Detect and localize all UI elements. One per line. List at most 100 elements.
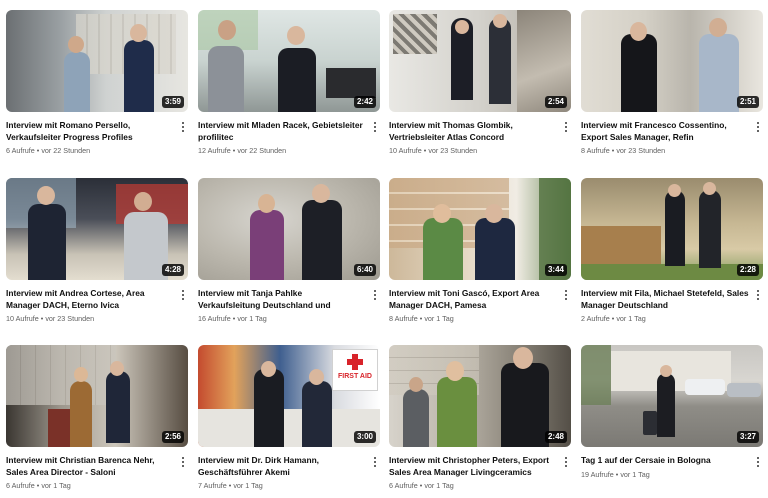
more-vert-icon[interactable]: [370, 455, 380, 469]
video-card[interactable]: 2:42 Interview mit Mladen Racek, Gebiets…: [198, 10, 380, 156]
video-thumbnail[interactable]: 6:40: [198, 178, 380, 280]
video-title[interactable]: Interview mit Mladen Racek, Gebietsleite…: [198, 120, 366, 143]
video-title[interactable]: Interview mit Francesco Cossentino, Expo…: [581, 120, 749, 143]
video-card[interactable]: 2:56 Interview mit Christian Barenca Neh…: [6, 345, 188, 491]
view-count: 8 Aufrufe: [581, 146, 610, 155]
meta-separator: •: [611, 314, 615, 323]
video-thumbnail[interactable]: FIRST AID 3:00: [198, 345, 380, 447]
video-thumbnail[interactable]: 3:44: [389, 178, 571, 280]
video-duration: 3:27: [736, 431, 759, 443]
video-duration: 2:51: [736, 96, 759, 108]
meta-separator: •: [232, 146, 236, 155]
video-card[interactable]: 4:28 Interview mit Andrea Cortese, Area …: [6, 178, 188, 324]
video-meta: 19 Aufrufe • vor 1 Tag: [581, 470, 749, 480]
more-vert-icon[interactable]: [178, 288, 188, 302]
video-title[interactable]: Interview mit Thomas Glombik, Vertriebsl…: [389, 120, 557, 143]
more-vert-icon[interactable]: [561, 288, 571, 302]
upload-age: vor 1 Tag: [620, 469, 650, 479]
video-thumbnail[interactable]: 2:51: [581, 10, 763, 112]
red-cross-icon: [347, 354, 363, 370]
more-vert-icon[interactable]: [753, 455, 763, 469]
upload-age: vor 1 Tag: [237, 314, 267, 323]
video-title[interactable]: Interview mit Dr. Dirk Hamann, Geschäfts…: [198, 455, 366, 478]
video-card[interactable]: FIRST AID 3:00 Interview mit Dr. Dirk Ha…: [198, 345, 380, 491]
meta-separator: •: [36, 146, 40, 155]
meta-separator: •: [232, 314, 236, 323]
video-duration: 3:44: [544, 264, 567, 276]
more-vert-icon[interactable]: [561, 455, 571, 469]
video-thumbnail[interactable]: 2:56: [6, 345, 188, 447]
meta-separator: •: [419, 481, 423, 490]
upload-age: vor 1 Tag: [41, 481, 71, 490]
video-card[interactable]: 3:27 Tag 1 auf der Cersaie in Bologna 19…: [581, 345, 763, 480]
meta-separator: •: [611, 146, 615, 155]
more-vert-icon[interactable]: [370, 288, 380, 302]
video-card[interactable]: 2:28 Interview mit Fila, Michael Stetefe…: [581, 178, 763, 324]
more-vert-icon[interactable]: [178, 120, 188, 134]
more-vert-icon[interactable]: [753, 288, 763, 302]
upload-age: vor 22 Stunden: [41, 146, 91, 155]
view-count: 6 Aufrufe: [389, 481, 418, 490]
video-meta: 7 Aufrufe • vor 1 Tag: [198, 481, 366, 491]
video-title[interactable]: Interview mit Christian Barenca Nehr, Sa…: [6, 455, 174, 478]
video-card[interactable]: 3:44 Interview mit Toni Gascó, Export Ar…: [389, 178, 571, 324]
video-thumbnail[interactable]: 2:28: [581, 178, 763, 280]
view-count: 10 Aufrufe: [6, 314, 39, 323]
video-meta: 10 Aufrufe • vor 23 Stunden: [6, 314, 174, 324]
view-count: 19 Aufrufe: [581, 469, 614, 479]
more-vert-icon[interactable]: [178, 455, 188, 469]
more-vert-icon[interactable]: [370, 120, 380, 134]
video-thumbnail[interactable]: 3:27: [581, 345, 763, 447]
video-card[interactable]: 6:40 Interview mit Tanja Pahlke Verkaufs…: [198, 178, 380, 324]
video-meta: 16 Aufrufe • vor 1 Tag: [198, 314, 366, 324]
more-vert-icon[interactable]: [561, 120, 571, 134]
video-card[interactable]: 3:59 Interview mit Romano Persello, Verk…: [6, 10, 188, 156]
video-card[interactable]: 2:48 Interview mit Christopher Peters, E…: [389, 345, 571, 491]
first-aid-sign: FIRST AID: [332, 349, 378, 391]
view-count: 6 Aufrufe: [6, 146, 35, 155]
video-duration: 6:40: [353, 264, 376, 276]
video-meta: 8 Aufrufe • vor 23 Stunden: [581, 146, 749, 156]
meta-separator: •: [615, 469, 619, 479]
view-count: 12 Aufrufe: [198, 146, 231, 155]
upload-age: vor 23 Stunden: [616, 146, 666, 155]
video-title[interactable]: Interview mit Fila, Michael Stetefeld, S…: [581, 288, 749, 311]
meta-separator: •: [40, 314, 44, 323]
video-duration: 2:54: [544, 96, 567, 108]
video-duration: 4:28: [161, 264, 184, 276]
upload-age: vor 1 Tag: [424, 481, 454, 490]
video-duration: 2:48: [544, 431, 567, 443]
video-duration: 2:28: [736, 264, 759, 276]
video-title[interactable]: Interview mit Romano Persello, Verkaufsl…: [6, 120, 174, 143]
video-thumbnail[interactable]: 2:48: [389, 345, 571, 447]
meta-separator: •: [228, 481, 232, 490]
video-title[interactable]: Interview mit Andrea Cortese, Area Manag…: [6, 288, 174, 311]
video-meta: 6 Aufrufe • vor 1 Tag: [6, 481, 174, 491]
meta-separator: •: [36, 481, 40, 490]
video-title[interactable]: Interview mit Christopher Peters, Export…: [389, 455, 557, 478]
view-count: 16 Aufrufe: [198, 314, 231, 323]
video-title[interactable]: Tag 1 auf der Cersaie in Bologna: [581, 455, 749, 467]
upload-age: vor 23 Stunden: [428, 146, 478, 155]
video-title[interactable]: Interview mit Toni Gascó, Export Area Ma…: [389, 288, 557, 311]
video-title[interactable]: Interview mit Tanja Pahlke Verkaufsleitu…: [198, 288, 366, 311]
upload-age: vor 1 Tag: [616, 314, 646, 323]
video-duration: 2:56: [161, 431, 184, 443]
upload-age: vor 22 Stunden: [237, 146, 287, 155]
video-card[interactable]: 2:54 Interview mit Thomas Glombik, Vertr…: [389, 10, 571, 156]
view-count: 2 Aufrufe: [581, 314, 610, 323]
meta-separator: •: [423, 146, 427, 155]
video-meta: 12 Aufrufe • vor 22 Stunden: [198, 146, 366, 156]
video-meta: 10 Aufrufe • vor 23 Stunden: [389, 146, 557, 156]
upload-age: vor 23 Stunden: [45, 314, 95, 323]
video-thumbnail[interactable]: 4:28: [6, 178, 188, 280]
video-thumbnail[interactable]: 2:42: [198, 10, 380, 112]
video-card[interactable]: 2:51 Interview mit Francesco Cossentino,…: [581, 10, 763, 156]
video-thumbnail[interactable]: 2:54: [389, 10, 571, 112]
view-count: 6 Aufrufe: [6, 481, 35, 490]
video-meta: 6 Aufrufe • vor 1 Tag: [389, 481, 557, 491]
more-vert-icon[interactable]: [753, 120, 763, 134]
view-count: 8 Aufrufe: [389, 314, 418, 323]
video-meta: 8 Aufrufe • vor 1 Tag: [389, 314, 557, 324]
video-thumbnail[interactable]: 3:59: [6, 10, 188, 112]
